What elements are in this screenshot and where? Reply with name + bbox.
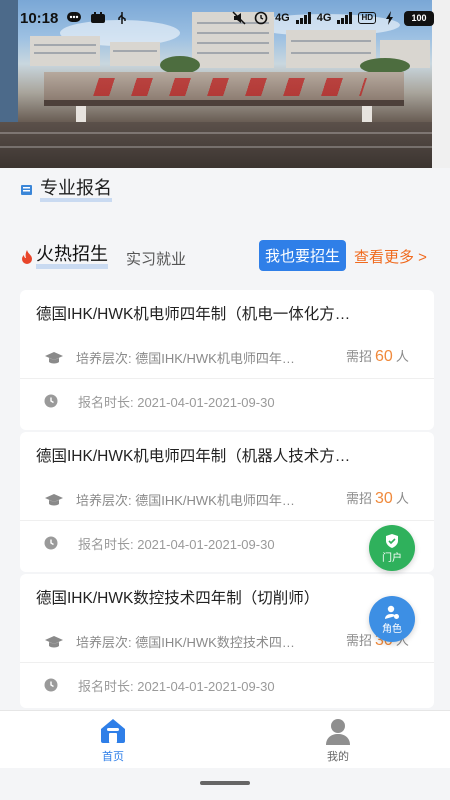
signal-icon	[295, 12, 311, 24]
hd-voice-badge: HD	[358, 12, 376, 24]
portal-fab-label: 门户	[382, 552, 402, 564]
program-title: 德国IHK/HWK机电师四年制（机器人技术方…	[36, 448, 351, 465]
card-divider	[20, 520, 434, 521]
see-more-link[interactable]: 查看更多 >	[354, 246, 427, 267]
banner-building	[110, 42, 160, 66]
user-profile-icon	[326, 719, 350, 745]
banner-gate-sign	[93, 78, 367, 96]
program-quota: 需招30人	[346, 490, 409, 507]
mute-icon	[231, 11, 247, 25]
usb-icon	[114, 11, 130, 25]
game-controller-icon	[90, 11, 106, 25]
nav-mine-label: 我的	[327, 751, 349, 763]
signal-icon	[337, 12, 353, 24]
program-level: 培养层次: 德国IHK/HWK数控技术四…	[76, 635, 295, 650]
program-period: 报名时长: 2021-04-01-2021-09-30	[78, 679, 275, 694]
quota-number: 60	[375, 348, 393, 365]
program-info-row: 培养层次: 德国IHK/HWK机电师四年… 需招 30 人	[20, 484, 434, 524]
clock-icon	[44, 678, 58, 692]
role-fab[interactable]: 角色	[369, 596, 415, 642]
status-time: 10:18	[20, 9, 59, 27]
book-icon	[21, 185, 32, 195]
card-divider	[20, 378, 434, 379]
battery-indicator: 100	[404, 10, 434, 26]
status-bar: 10:18 4G 4G HD 100	[0, 0, 450, 36]
alarm-icon	[253, 11, 269, 25]
flame-icon	[22, 249, 32, 264]
nav-mine[interactable]: 我的	[298, 717, 378, 764]
enroll-button[interactable]: 我也要招生	[259, 240, 347, 271]
program-title: 德国IHK/HWK数控技术四年制（切削师）	[36, 590, 320, 607]
program-period: 报名时长: 2021-04-01-2021-09-30	[78, 537, 275, 552]
nav-home[interactable]: 首页	[73, 717, 153, 764]
section-title: 专业报名	[40, 178, 112, 202]
program-title: 德国IHK/HWK机电师四年制（机电一体化方…	[36, 306, 351, 323]
banner-plaza	[0, 122, 450, 168]
program-period: 报名时长: 2021-04-01-2021-09-30	[78, 395, 275, 410]
clock-icon	[44, 536, 58, 550]
tabs-row: 火热招生 实习就业 我也要招生 查看更多 >	[20, 240, 434, 272]
card-divider	[20, 662, 434, 663]
program-period-row: 报名时长: 2021-04-01-2021-09-30	[20, 388, 434, 418]
program-card[interactable]: 德国IHK/HWK机电师四年制（机电一体化方… 培养层次: 德国IHK/HWK机…	[20, 290, 434, 430]
program-card[interactable]: 德国IHK/HWK数控技术四年制（切削师） 培养层次: 德国IHK/HWK数控技…	[20, 574, 434, 708]
network-type-b: 4G	[316, 12, 332, 24]
home-gesture-bar[interactable]	[200, 781, 250, 785]
program-level: 培养层次: 德国IHK/HWK机电师四年…	[76, 351, 295, 366]
program-period-row: 报名时长: 2021-04-01-2021-09-30	[20, 672, 434, 702]
portal-fab[interactable]: 门户	[369, 525, 415, 571]
graduation-cap-icon	[45, 352, 63, 364]
program-level: 培养层次: 德国IHK/HWK机电师四年…	[76, 493, 295, 508]
bottom-nav: 首页 我的	[0, 710, 450, 768]
charging-bolt-icon	[382, 11, 398, 25]
role-fab-label: 角色	[382, 623, 402, 635]
program-quota: 需招 60 人	[346, 348, 409, 365]
tab-hot-label: 火热招生	[36, 244, 108, 269]
tab-internship[interactable]: 实习就业	[126, 248, 186, 269]
shield-check-icon	[386, 533, 398, 548]
home-icon	[101, 719, 125, 743]
tab-hot-enrollment[interactable]: 火热招生	[20, 244, 108, 269]
network-type-a: 4G	[275, 12, 290, 24]
banner-building	[30, 36, 100, 66]
graduation-cap-icon	[45, 494, 63, 506]
graduation-cap-icon	[45, 636, 63, 648]
program-info-row: 培养层次: 德国IHK/HWK机电师四年… 需招 60 人	[20, 342, 434, 382]
section-header: 专业报名	[20, 178, 112, 202]
clock-icon	[44, 394, 58, 408]
user-switch-icon	[385, 605, 399, 619]
quota-number: 30	[375, 490, 393, 507]
nav-home-label: 首页	[102, 751, 124, 763]
chat-bubble-icon	[66, 11, 82, 25]
program-info-row: 培养层次: 德国IHK/HWK数控技术四… 需招30人	[20, 626, 434, 666]
